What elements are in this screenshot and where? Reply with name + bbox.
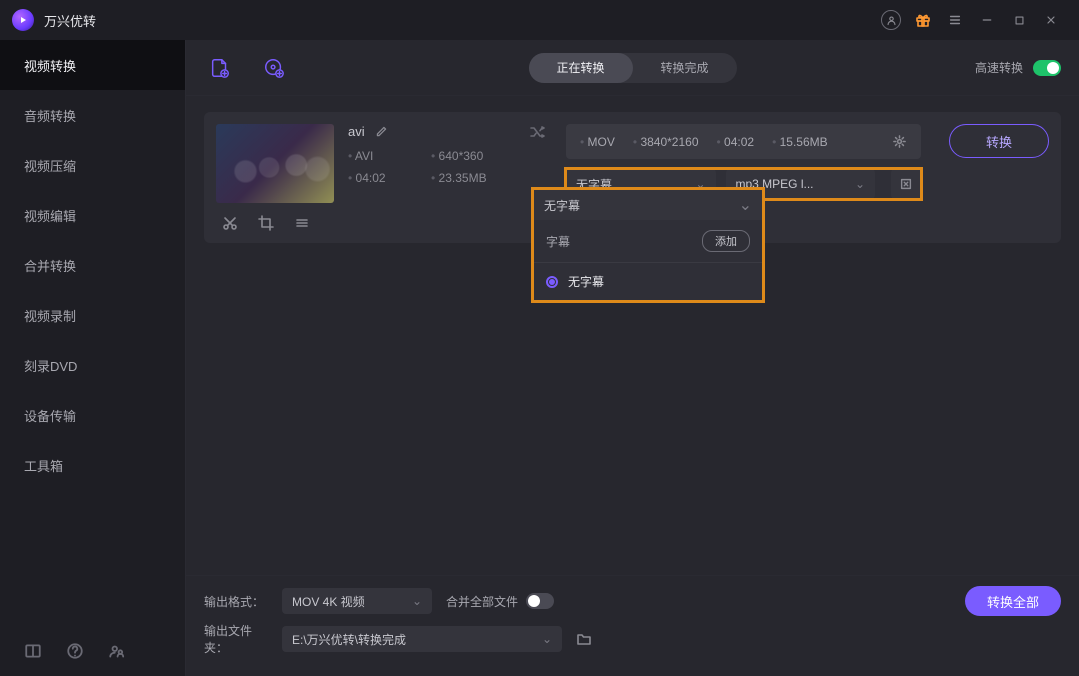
sidebar-item-device-transfer[interactable]: 设备传输 bbox=[0, 390, 185, 440]
sidebar-item-label: 刻录DVD bbox=[24, 356, 77, 375]
target-duration: 04:02 bbox=[717, 135, 755, 149]
convert-button[interactable]: 转换 bbox=[949, 124, 1049, 158]
sidebar-item-label: 音频转换 bbox=[24, 106, 76, 125]
open-folder-button[interactable] bbox=[576, 631, 592, 647]
account-button[interactable] bbox=[875, 4, 907, 36]
subtitle-select-open[interactable]: 无字幕 ⌄ bbox=[534, 190, 762, 220]
chevron-down-icon: ⌄ bbox=[542, 632, 552, 646]
remove-button[interactable] bbox=[891, 169, 921, 199]
add-file-button[interactable] bbox=[204, 52, 236, 84]
menu-button[interactable] bbox=[939, 4, 971, 36]
sidebar: 视频转换 音频转换 视频压缩 视频编辑 合并转换 视频录制 刻录DVD 设备传输… bbox=[0, 40, 186, 676]
sidebar-item-label: 视频编辑 bbox=[24, 206, 76, 225]
play-icon bbox=[18, 15, 28, 25]
target-format: MOV bbox=[580, 135, 615, 149]
person-icon bbox=[881, 10, 901, 30]
merge-label: 合并全部文件 bbox=[446, 593, 518, 610]
add-disc-button[interactable] bbox=[258, 52, 290, 84]
radio-checked-icon bbox=[546, 276, 558, 288]
add-subtitle-button[interactable]: 添加 bbox=[702, 230, 750, 252]
file-name: avi bbox=[348, 124, 365, 139]
sidebar-item-label: 合并转换 bbox=[24, 256, 76, 275]
source-resolution: 640*360 bbox=[431, 149, 508, 163]
sidebar-item-label: 工具箱 bbox=[24, 456, 63, 475]
merge-toggle[interactable] bbox=[526, 593, 554, 609]
sidebar-item-burn-dvd[interactable]: 刻录DVD bbox=[0, 340, 185, 390]
subtitle-dropdown-wrapper: 无字幕 ⌄ 字幕 添加 无字幕 bbox=[534, 190, 762, 300]
sidebar-item-label: 视频转换 bbox=[24, 56, 76, 75]
sidebar-item-merge-convert[interactable]: 合并转换 bbox=[0, 240, 185, 290]
output-format-select[interactable]: MOV 4K 视频 ⌄ bbox=[282, 588, 432, 614]
cut-button[interactable] bbox=[222, 215, 238, 231]
sidebar-item-label: 视频压缩 bbox=[24, 156, 76, 175]
chevron-down-icon: ⌄ bbox=[695, 177, 705, 191]
minimize-button[interactable] bbox=[971, 4, 1003, 36]
chevron-down-icon: ⌄ bbox=[412, 594, 422, 608]
output-folder-label: 输出文件夹： bbox=[204, 622, 268, 656]
sidebar-item-video-record[interactable]: 视频录制 bbox=[0, 290, 185, 340]
shuffle-icon bbox=[529, 124, 545, 140]
output-format-label: 输出格式： bbox=[204, 593, 268, 610]
high-speed-toggle-group: 高速转换 bbox=[975, 59, 1061, 76]
subtitle-dropdown-header: 字幕 添加 bbox=[534, 220, 762, 263]
content: avi AVI 640*360 04:02 23.35MB MOV bbox=[186, 96, 1079, 575]
sidebar-item-video-edit[interactable]: 视频编辑 bbox=[0, 190, 185, 240]
source-meta: avi AVI 640*360 04:02 23.35MB bbox=[348, 124, 508, 185]
sidebar-item-video-convert[interactable]: 视频转换 bbox=[0, 40, 185, 90]
tab-converting[interactable]: 正在转换 bbox=[528, 53, 632, 83]
app-title: 万兴优转 bbox=[44, 11, 96, 30]
source-format: AVI bbox=[348, 149, 407, 163]
video-thumbnail[interactable] bbox=[216, 124, 334, 203]
subtitle-option-none[interactable]: 无字幕 bbox=[534, 263, 762, 300]
sidebar-item-audio-convert[interactable]: 音频转换 bbox=[0, 90, 185, 140]
settings-button[interactable] bbox=[892, 134, 907, 149]
sidebar-bottom bbox=[0, 626, 185, 676]
sidebar-item-video-compress[interactable]: 视频压缩 bbox=[0, 140, 185, 190]
output-folder-select[interactable]: E:\万兴优转\转换完成 ⌄ bbox=[282, 626, 562, 652]
chevron-down-icon: ⌄ bbox=[739, 195, 752, 215]
titlebar: 万兴优转 bbox=[0, 0, 1079, 40]
community-button[interactable] bbox=[108, 642, 126, 660]
source-size: 23.35MB bbox=[431, 171, 508, 185]
target-size: 15.56MB bbox=[772, 135, 828, 149]
target-meta: MOV 3840*2160 04:02 15.56MB bbox=[566, 124, 921, 159]
sidebar-item-toolbox[interactable]: 工具箱 bbox=[0, 440, 185, 490]
help-button[interactable] bbox=[66, 642, 84, 660]
edit-icon[interactable] bbox=[375, 125, 388, 138]
crop-button[interactable] bbox=[258, 215, 274, 231]
toolbar: 正在转换 转换完成 高速转换 bbox=[186, 40, 1079, 96]
close-button[interactable] bbox=[1035, 4, 1067, 36]
guide-button[interactable] bbox=[24, 642, 42, 660]
gift-button[interactable] bbox=[907, 4, 939, 36]
maximize-button[interactable] bbox=[1003, 4, 1035, 36]
target-resolution: 3840*2160 bbox=[633, 135, 699, 149]
tab-completed[interactable]: 转换完成 bbox=[633, 53, 737, 83]
chevron-down-icon: ⌄ bbox=[855, 177, 865, 191]
convert-all-button[interactable]: 转换全部 bbox=[965, 586, 1061, 616]
bottom-bar: 输出格式： MOV 4K 视频 ⌄ 合并全部文件 转换全部 输出文件夹： E:\… bbox=[186, 575, 1079, 676]
source-duration: 04:02 bbox=[348, 171, 407, 185]
sidebar-item-label: 视频录制 bbox=[24, 306, 76, 325]
effect-button[interactable] bbox=[294, 215, 310, 231]
high-speed-toggle[interactable] bbox=[1033, 60, 1061, 76]
status-tabs: 正在转换 转换完成 bbox=[528, 53, 736, 83]
app-logo bbox=[12, 9, 34, 31]
high-speed-label: 高速转换 bbox=[975, 59, 1023, 76]
sidebar-item-label: 设备传输 bbox=[24, 406, 76, 425]
